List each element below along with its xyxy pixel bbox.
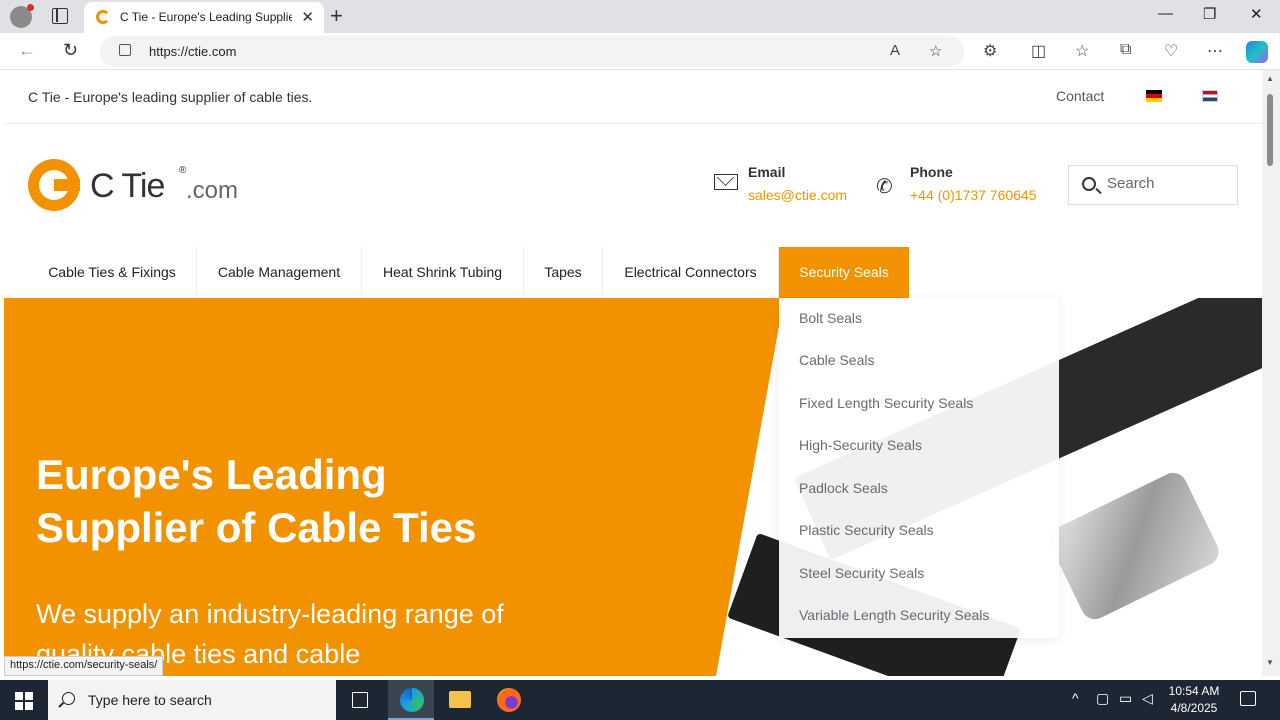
dropdown-item-plastic[interactable]: Plastic Security Seals [799,522,934,538]
taskbar-search[interactable]: Type here to search [48,680,336,720]
dropdown-item-variable-length[interactable]: Variable Length Security Seals [799,607,989,623]
dropdown-item-padlock[interactable]: Padlock Seals [799,480,888,496]
new-tab-button[interactable]: + [330,3,343,29]
favorites-icon[interactable]: ☆ [1075,41,1089,61]
dropdown-item-fixed-length[interactable]: Fixed Length Security Seals [799,395,973,411]
scroll-thumb[interactable] [1267,94,1273,166]
phone-label: Phone [910,164,953,180]
dropdown-item-steel[interactable]: Steel Security Seals [799,565,924,581]
file-explorer-taskbar-button[interactable] [436,680,482,720]
url-field[interactable]: https://ctie.com A ☆ [100,36,964,67]
monitor-icon[interactable]: ▭ [1119,690,1132,707]
copilot-icon[interactable] [1246,41,1268,63]
task-view-icon[interactable] [352,692,368,708]
nav-item-tapes[interactable]: Tapes [524,247,603,298]
refresh-icon[interactable]: ↻ [63,40,78,61]
favorite-star-icon[interactable]: ☆ [929,42,942,60]
address-bar-row: ← ↻ https://ctie.com A ☆ ⚙ ◫ ☆ ⧉ ♡ ⋯ [0,33,1280,70]
window-close-button[interactable]: ✕ [1250,5,1263,23]
tray-overflow-icon[interactable]: ^ [1072,690,1079,706]
back-arrow-icon[interactable]: ← [18,40,36,61]
site-tagline: C Tie - Europe's leading supplier of cab… [28,89,313,105]
ctie-logo-mark-icon [28,159,80,211]
nav-item-cable-management[interactable]: Cable Management [197,247,362,298]
nav-item-security-seals[interactable]: Security Seals [779,247,909,298]
edge-taskbar-button[interactable] [388,680,434,720]
security-seals-dropdown: Bolt Seals Cable Seals Fixed Length Secu… [779,298,1059,638]
split-screen-icon[interactable]: ◫ [1031,41,1046,61]
scroll-down-icon[interactable]: ▼ [1266,658,1274,667]
edge-icon [400,688,424,712]
logo-word: C Tie [90,167,165,205]
ctie-favicon-icon [96,10,110,24]
phone-link[interactable]: +44 (0)1737 760645 [910,187,1037,203]
logo-registered-mark: ® [179,165,187,176]
dropdown-item-high-security[interactable]: High-Security Seals [799,437,922,453]
browser-essentials-icon[interactable]: ♡ [1164,41,1178,61]
extensions-icon[interactable]: ⚙ [983,41,997,61]
hero-heading: Europe's Leading Supplier of Cable Ties [36,451,477,551]
lock-icon[interactable] [119,44,131,56]
search-icon[interactable] [1082,177,1096,191]
browser-tab[interactable]: C Tie - Europe's Leading Supplier ✕ [84,2,324,33]
network-status-icon[interactable]: ▢ [1096,690,1109,707]
search-input[interactable] [1107,175,1227,192]
nav-item-electrical-connectors[interactable]: Electrical Connectors [603,247,779,298]
clock-time: 10:54 AM [1168,684,1220,698]
clock-date: 4/8/2025 [1170,701,1218,715]
windows-taskbar: Type here to search ^ ▢ ▭ ◁ 10:54 AM 4/8… [0,680,1280,720]
envelope-icon [714,174,738,190]
browser-tab-bar: C Tie - Europe's Leading Supplier ✕ + — … [0,0,1280,33]
tab-actions-icon[interactable] [52,8,68,24]
url-text[interactable]: https://ctie.com [149,44,236,59]
scroll-up-icon[interactable]: ▲ [1266,74,1274,83]
top-strip: C Tie - Europe's leading supplier of cab… [4,70,1262,124]
page-scrollbar[interactable]: ▲ ▼ [1262,70,1280,676]
collections-icon[interactable]: ⧉ [1120,41,1131,59]
hero-banner: Europe's Leading Supplier of Cable Ties … [4,298,1262,676]
volume-icon[interactable]: ◁ [1142,690,1153,707]
nav-item-heat-shrink[interactable]: Heat Shrink Tubing [362,247,524,298]
firefox-icon [497,688,521,712]
notification-icon[interactable] [1240,691,1256,706]
tab-close-button[interactable]: ✕ [301,8,314,26]
taskbar-clock[interactable]: 10:54 AM 4/8/2025 [1162,683,1226,717]
site-logo[interactable]: C Tie ® .com [28,159,268,215]
restore-button[interactable]: ❐ [1203,5,1216,23]
anyrun-watermark: ANY RUN [1040,616,1236,660]
dropdown-item-cable-seals[interactable]: Cable Seals [799,352,875,368]
email-link[interactable]: sales@ctie.com [748,187,847,203]
tab-title: C Tie - Europe's Leading Supplier [120,10,292,24]
profile-avatar-icon[interactable] [10,4,34,28]
more-menu-icon[interactable]: ⋯ [1207,41,1223,61]
nav-item-cable-ties[interactable]: Cable Ties & Fixings [28,247,197,298]
phone-icon: ✆ [876,176,893,198]
minimize-button[interactable]: — [1158,5,1173,22]
folder-icon [449,691,471,708]
read-aloud-icon[interactable]: A [890,42,900,59]
taskbar-search-placeholder[interactable]: Type here to search [88,692,212,708]
logo-suffix: .com [186,177,239,204]
firefox-taskbar-button[interactable] [485,680,531,720]
site-search[interactable] [1068,165,1238,205]
taskbar-search-icon [62,692,75,705]
german-flag-icon[interactable] [1146,90,1162,102]
dropdown-item-bolt-seals[interactable]: Bolt Seals [799,310,862,326]
steel-buckle-image [1044,468,1224,624]
web-page: C Tie - Europe's leading supplier of cab… [4,70,1262,676]
windows-start-icon[interactable] [15,692,33,710]
dutch-flag-icon[interactable] [1202,90,1218,102]
status-link-preview: https://ctie.com/security-seals/ [4,656,164,676]
contact-link[interactable]: Contact [1056,88,1104,104]
email-label: Email [748,164,786,180]
